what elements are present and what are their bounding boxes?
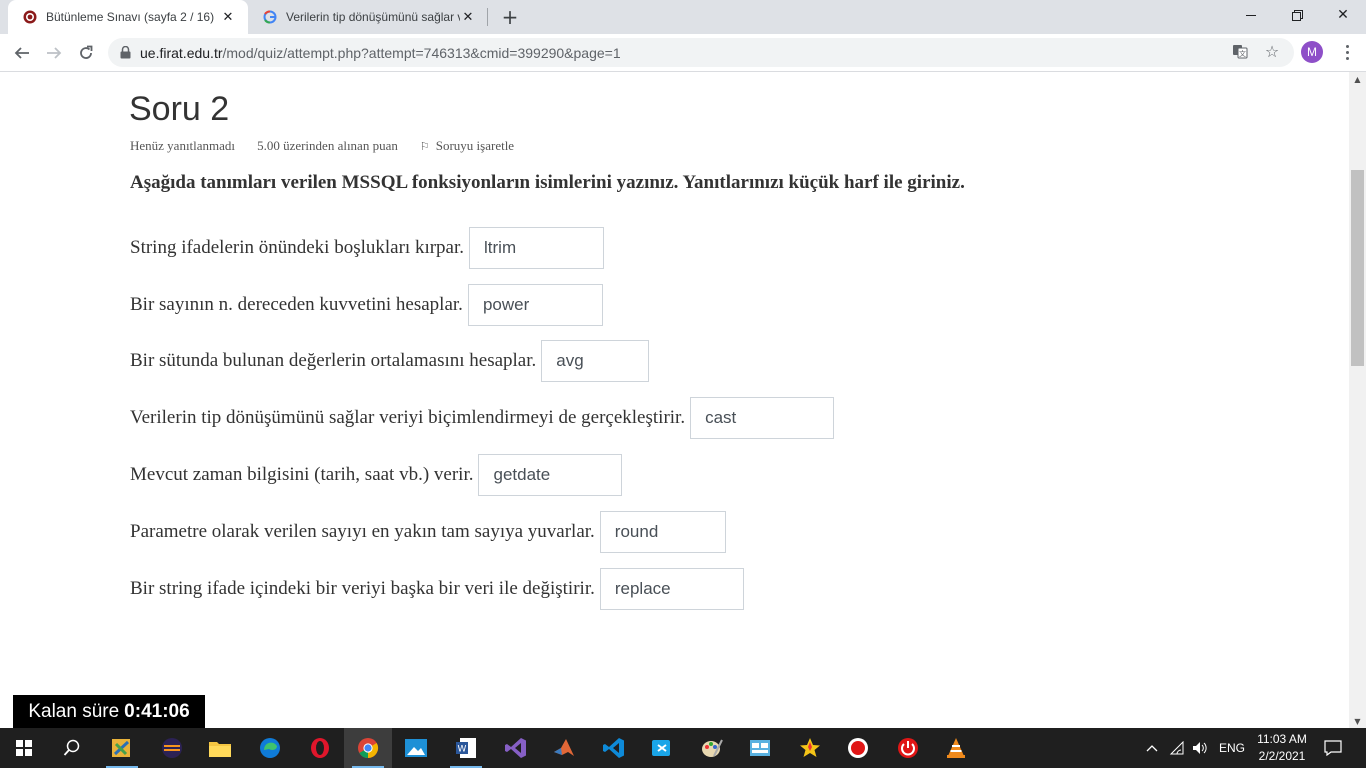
restore-icon[interactable]: [1274, 0, 1320, 30]
language-indicator[interactable]: ENG: [1219, 728, 1245, 768]
chrome-icon[interactable]: [344, 728, 392, 768]
item-definition: Verilerin tip dönüşümünü sağlar veriyi b…: [130, 407, 686, 428]
question-item: Bir sayının n. dereceden kuvvetini hesap…: [130, 284, 603, 326]
edge-icon[interactable]: [246, 728, 294, 768]
answer-field[interactable]: replace: [599, 568, 744, 610]
question-title: Soru 2: [129, 90, 230, 128]
opera-icon[interactable]: [296, 728, 344, 768]
new-tab-icon[interactable]: +: [498, 5, 522, 29]
answer-field[interactable]: power: [467, 284, 603, 326]
item-definition: Bir sayının n. dereceden kuvvetini hesap…: [130, 294, 463, 315]
browser-toolbar: ue.firat.edu.tr/mod/quiz/attempt.php?att…: [0, 34, 1366, 72]
search-icon[interactable]: [48, 728, 96, 768]
translate-icon[interactable]: 文: [1228, 39, 1252, 63]
photos-icon[interactable]: [392, 728, 440, 768]
flag-icon[interactable]: ⚐: [420, 140, 430, 153]
matlab-icon[interactable]: [540, 728, 588, 768]
eclipse-icon[interactable]: [148, 728, 196, 768]
tab-strip: Bütünleme Sınavı (sayfa 2 / 16) ✕ Verile…: [0, 0, 1366, 34]
scroll-down-icon[interactable]: ▼: [1349, 714, 1366, 728]
address-bar[interactable]: ue.firat.edu.tr/mod/quiz/attempt.php?att…: [108, 38, 1294, 67]
paint-icon[interactable]: [688, 728, 736, 768]
mysql-workbench-icon[interactable]: [736, 728, 784, 768]
quiz-timer: Kalan süre 0:41:06: [13, 695, 205, 728]
scroll-up-icon[interactable]: ▲: [1349, 72, 1366, 86]
notifications-icon[interactable]: [1324, 728, 1342, 768]
tab-title: Verilerin tip dönüşümünü sağlar veriyi: [286, 10, 460, 24]
question-points: 5.00 üzerinden alınan puan: [257, 138, 398, 153]
answer-field[interactable]: round: [599, 511, 726, 553]
scrollbar-thumb[interactable]: [1351, 170, 1364, 366]
item-definition: Bir sütunda bulunan değerlerin ortalamas…: [130, 350, 537, 371]
item-definition: Mevcut zaman bilgisini (tarih, saat vb.)…: [130, 464, 474, 485]
menu-icon[interactable]: [1336, 40, 1358, 64]
file-explorer-icon[interactable]: [196, 728, 244, 768]
question-item: Mevcut zaman bilgisini (tarih, saat vb.)…: [130, 454, 623, 496]
tab-quiz[interactable]: Bütünleme Sınavı (sayfa 2 / 16) ✕: [8, 0, 248, 34]
svg-text:文: 文: [1239, 49, 1246, 58]
question-item: String ifadelerin önündeki boşlukları kı…: [130, 227, 605, 269]
item-definition: String ifadelerin önündeki boşlukları kı…: [130, 237, 465, 258]
windows-taskbar: W ENG 11:03 AM 2/2/2021: [0, 728, 1366, 768]
window-close-icon[interactable]: ✕: [1320, 0, 1366, 30]
firat-university-icon: [22, 9, 38, 25]
power-icon[interactable]: [884, 728, 932, 768]
lock-icon[interactable]: [118, 46, 132, 60]
visual-studio-icon[interactable]: [492, 728, 540, 768]
minimize-icon[interactable]: [1228, 0, 1274, 30]
profile-avatar[interactable]: M: [1301, 41, 1323, 63]
close-tab-icon[interactable]: ✕: [460, 9, 476, 25]
close-tab-icon[interactable]: ✕: [220, 9, 236, 25]
back-icon[interactable]: [8, 39, 36, 67]
answer-field[interactable]: avg: [541, 340, 650, 382]
clock-date: 2/2/2021: [1258, 749, 1306, 763]
svg-text:W: W: [458, 745, 467, 755]
question-item: Bir string ifade içindeki bir veriyi baş…: [130, 568, 744, 610]
wifi-icon[interactable]: [1169, 728, 1185, 768]
answer-field[interactable]: ltrim: [469, 227, 605, 269]
tab-title: Bütünleme Sınavı (sayfa 2 / 16): [46, 10, 215, 24]
google-icon: [262, 9, 278, 25]
tab-google-search[interactable]: Verilerin tip dönüşümünü sağlar veriyi ✕: [248, 0, 488, 34]
clock-time: 11:03 AM: [1257, 732, 1307, 746]
forward-icon[interactable]: [40, 39, 68, 67]
question-instruction: Aşağıda tanımları verilen MSSQL fonksiyo…: [130, 172, 965, 193]
vlc-icon[interactable]: [932, 728, 980, 768]
bookmark-star-icon[interactable]: ☆: [1260, 39, 1284, 63]
show-hidden-icons-icon[interactable]: [1146, 728, 1158, 768]
timer-label: Kalan süre: [28, 700, 120, 722]
word-icon[interactable]: W: [442, 728, 490, 768]
reload-icon[interactable]: [72, 39, 100, 67]
sql-server-icon[interactable]: [98, 728, 146, 768]
page-content: Soru 2 Henüz yanıtlanmadı 5.00 üzerinden…: [0, 72, 1349, 728]
question-status: Henüz yanıtlanmadı: [130, 138, 236, 153]
snipping-tool-icon[interactable]: [638, 728, 686, 768]
answer-field[interactable]: cast: [690, 397, 835, 439]
timer-value: 0:41:06: [124, 700, 190, 722]
answer-field[interactable]: getdate: [478, 454, 623, 496]
volume-icon[interactable]: [1192, 728, 1208, 768]
question-item: Parametre olarak verilen sayıyı en yakın…: [130, 511, 726, 553]
item-definition: Bir string ifade içindeki bir veriyi baş…: [130, 578, 595, 599]
question-info: Henüz yanıtlanmadı 5.00 üzerinden alınan…: [130, 138, 536, 154]
start-icon[interactable]: [0, 728, 48, 768]
page-scrollbar[interactable]: ▲ ▼: [1349, 72, 1366, 728]
flag-question-link[interactable]: Soruyu işaretle: [436, 138, 514, 154]
recorder-icon[interactable]: [834, 728, 882, 768]
starred-app-icon[interactable]: [786, 728, 834, 768]
url-path: /mod/quiz/attempt.php?attempt=746313&cmi…: [222, 44, 621, 61]
tab-divider: [487, 8, 488, 26]
item-definition: Parametre olarak verilen sayıyı en yakın…: [130, 521, 595, 542]
question-item: Bir sütunda bulunan değerlerin ortalamas…: [130, 340, 650, 382]
url-host: ue.firat.edu.tr: [140, 44, 223, 61]
vscode-icon[interactable]: [590, 728, 638, 768]
question-item: Verilerin tip dönüşümünü sağlar veriyi b…: [130, 397, 835, 439]
system-clock[interactable]: 11:03 AM 2/2/2021: [1252, 731, 1312, 765]
